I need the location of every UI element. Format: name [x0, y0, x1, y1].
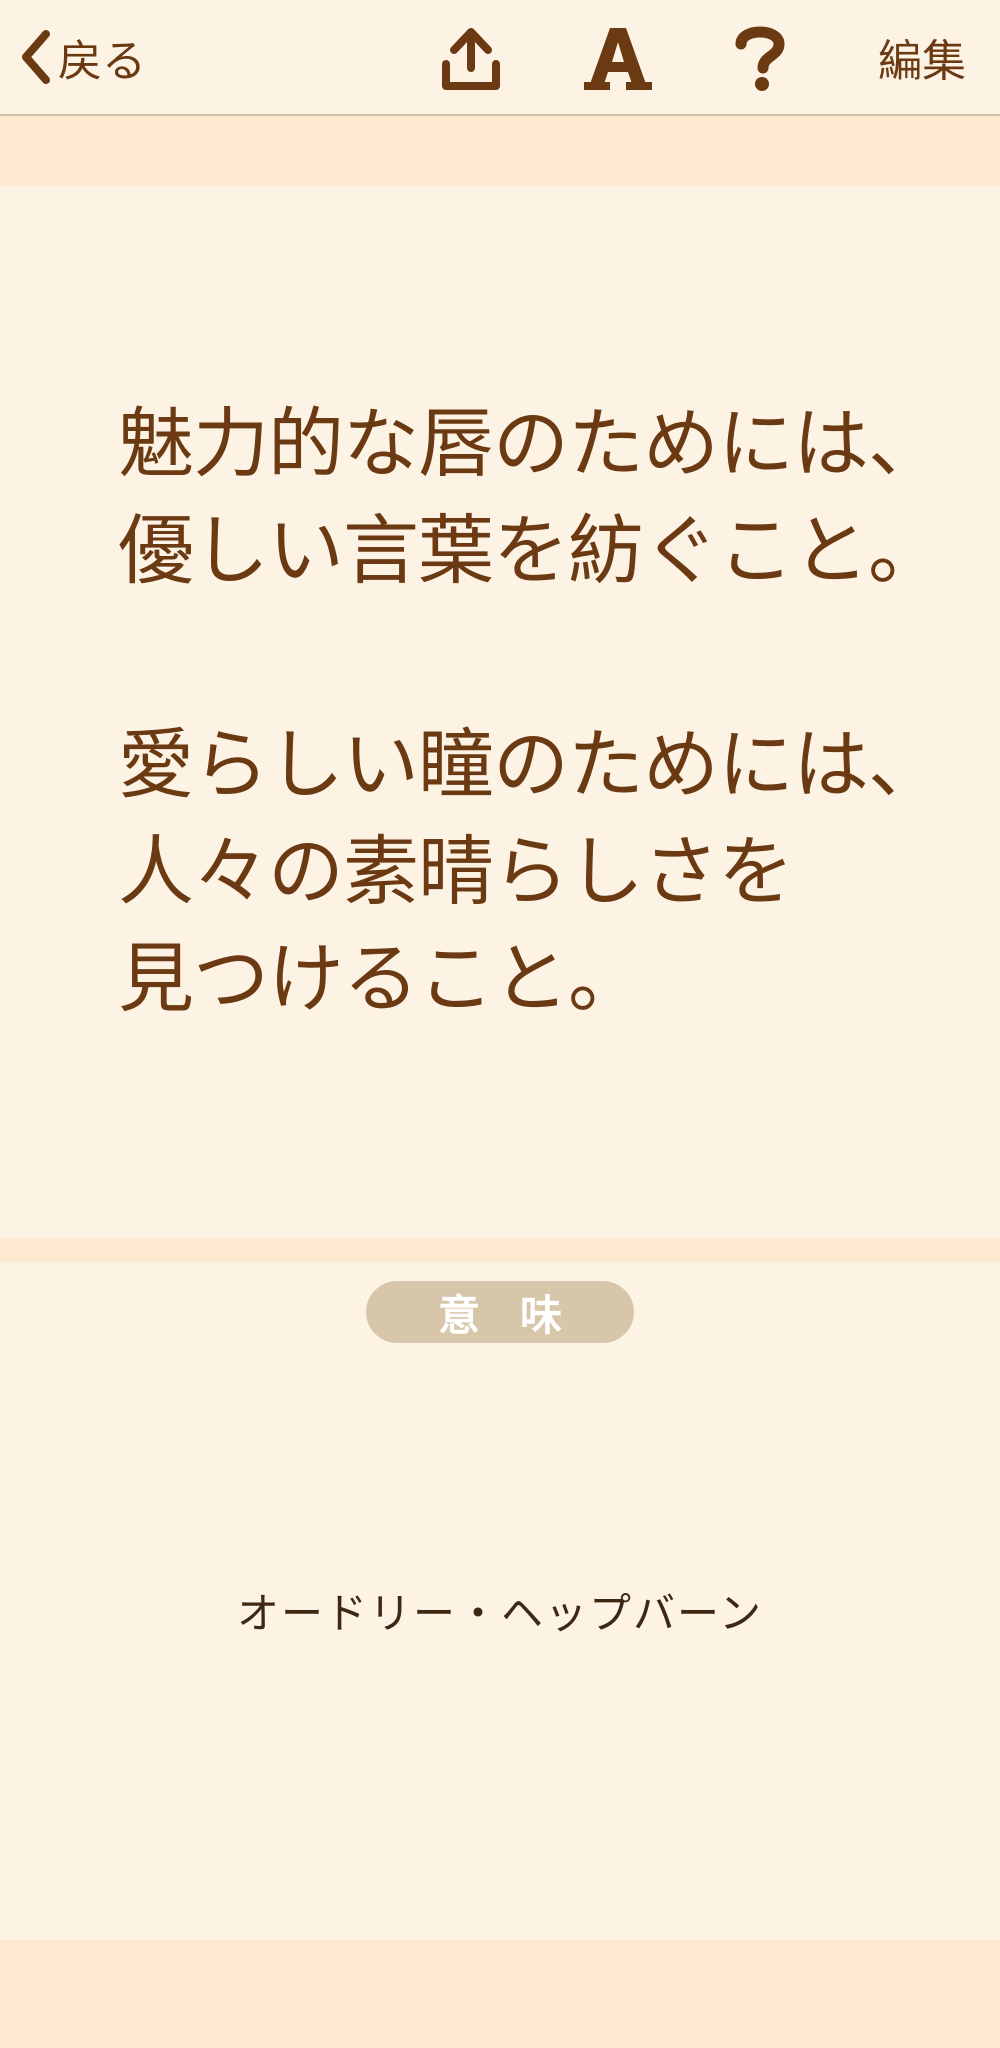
divider-band — [0, 1238, 1000, 1262]
back-button[interactable]: 戻る — [18, 26, 146, 88]
help-question-icon — [733, 24, 787, 92]
author-name: オードリー・ヘップバーン — [237, 1589, 763, 1638]
meaning-button[interactable]: 意味 — [366, 1281, 634, 1343]
font-settings-button[interactable] — [580, 20, 656, 96]
bottom-band — [0, 1940, 1000, 2048]
font-size-icon — [582, 22, 654, 94]
chevron-left-icon — [18, 28, 52, 86]
navigation-bar: 戻る 編集 — [0, 0, 1000, 116]
help-button[interactable] — [728, 22, 792, 94]
edit-button[interactable]: 編集 — [878, 26, 966, 88]
top-band — [0, 116, 1000, 186]
share-button[interactable] — [436, 24, 506, 94]
back-label: 戻る — [58, 36, 146, 87]
quote-text: 魅力的な唇のためには、 優しい言葉を紡ぐこと。 愛らしい瞳のためには、 人々の素… — [118, 399, 944, 1023]
share-upload-icon — [440, 26, 502, 92]
